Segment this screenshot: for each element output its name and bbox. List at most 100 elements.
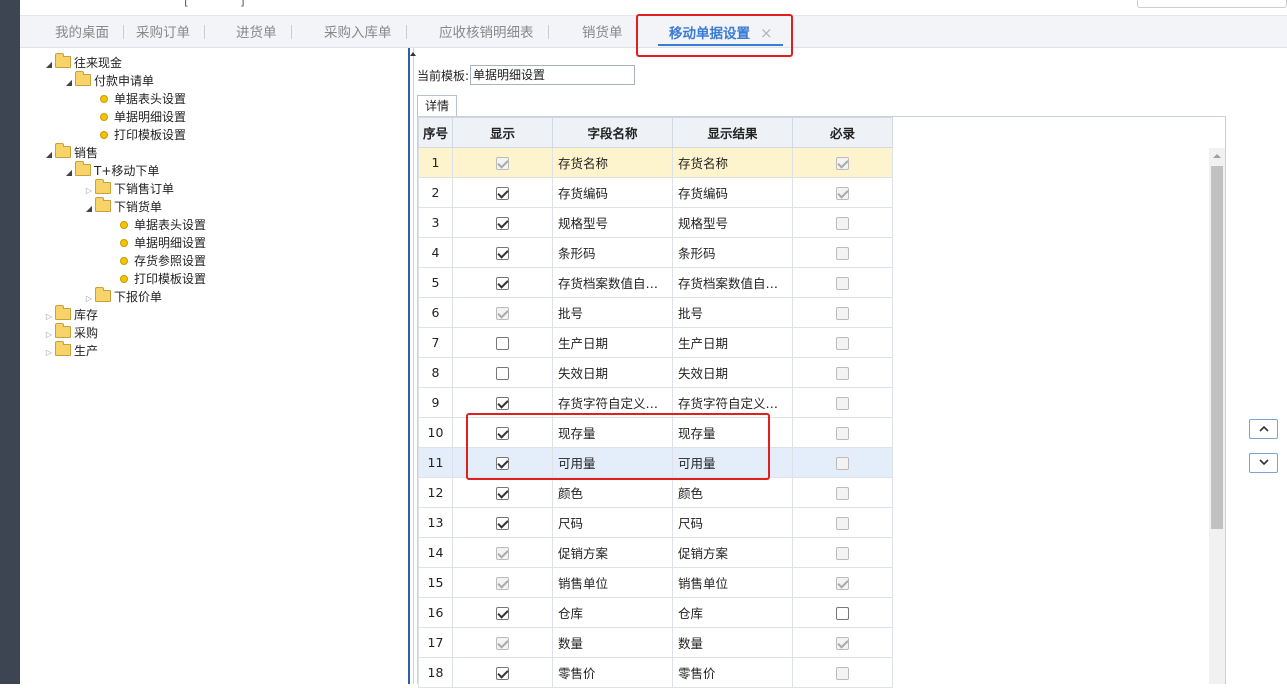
show-checkbox[interactable] [496, 187, 509, 200]
cell-show[interactable] [452, 477, 553, 508]
cell-show[interactable] [452, 177, 553, 208]
cell-required[interactable] [792, 387, 893, 418]
show-checkbox[interactable] [496, 517, 509, 530]
show-checkbox[interactable] [496, 607, 509, 620]
table-row[interactable]: 18 零售价 零售价 [418, 657, 893, 688]
tab-details[interactable]: 详情 [417, 95, 457, 117]
cell-required[interactable] [792, 597, 893, 628]
cell-required[interactable] [792, 237, 893, 268]
cell-required[interactable] [792, 207, 893, 238]
move-up-button[interactable] [1249, 419, 1278, 439]
tree-leaf-header-settings[interactable]: 单据表头设置 [120, 216, 206, 234]
cell-show[interactable] [452, 627, 553, 658]
global-search-input[interactable] [1137, 0, 1287, 8]
cell-required[interactable] [792, 297, 893, 328]
grid-vertical-scrollbar[interactable] [1209, 148, 1225, 684]
tab-goods-receipt[interactable]: 进货单 [236, 16, 291, 48]
expanded-arrow-icon[interactable]: ◢ [63, 164, 75, 182]
cell-required[interactable] [792, 657, 893, 688]
table-row[interactable]: 13 尺码 尺码 [418, 507, 893, 538]
table-row[interactable]: 4 条形码 条形码 [418, 237, 893, 268]
collapsed-arrow-icon[interactable]: ▷ [43, 344, 55, 362]
cell-required[interactable] [792, 267, 893, 298]
table-row[interactable]: 9 存货字符自定义… 存货字符自定义… [418, 387, 893, 418]
cell-show[interactable] [452, 327, 553, 358]
tree-leaf-detail-settings[interactable]: 单据明细设置 [120, 234, 206, 252]
cell-required[interactable] [792, 477, 893, 508]
cell-required[interactable] [792, 567, 893, 598]
cell-required[interactable] [792, 357, 893, 388]
cell-show[interactable] [452, 267, 553, 298]
cell-required[interactable] [792, 327, 893, 358]
cell-show[interactable] [452, 417, 553, 448]
tree-node-sales-delivery[interactable]: ◢ 下销货单 [83, 197, 162, 218]
tab-receivable-writeoff[interactable]: 应收核销明细表 [439, 16, 548, 48]
tree-node-sales[interactable]: ◢ 销售 [43, 143, 98, 164]
cell-show[interactable] [452, 147, 553, 178]
column-header-required[interactable]: 必录 [792, 117, 893, 148]
cell-required[interactable] [792, 627, 893, 658]
tree-node-quotation[interactable]: ▷ 下报价单 [83, 287, 162, 306]
scroll-up-arrow-icon[interactable] [1213, 154, 1221, 158]
tab-mobile-doc-settings[interactable]: 移动单据设置 × [658, 16, 783, 48]
cell-show[interactable] [452, 387, 553, 418]
show-checkbox[interactable] [496, 277, 509, 290]
cell-required[interactable] [792, 447, 893, 478]
show-checkbox[interactable] [496, 247, 509, 260]
cell-required[interactable] [792, 537, 893, 568]
cell-required[interactable] [792, 507, 893, 538]
show-checkbox[interactable] [496, 367, 509, 380]
current-template-field[interactable]: 单据明细设置 [470, 65, 635, 85]
column-header-seq[interactable]: 序号 [418, 117, 453, 148]
table-row[interactable]: 12 颜色 颜色 [418, 477, 893, 508]
tree-node-purchase[interactable]: ▷ 采购 [43, 323, 98, 342]
table-row[interactable]: 10 现存量 现存量 [418, 417, 893, 448]
cell-show[interactable] [452, 297, 553, 328]
expanded-arrow-icon[interactable]: ◢ [63, 74, 75, 92]
tree-leaf-detail-settings[interactable]: 单据明细设置 [100, 108, 186, 126]
close-icon[interactable]: × [760, 24, 773, 42]
show-checkbox[interactable] [496, 337, 509, 350]
cell-required[interactable] [792, 417, 893, 448]
tree-node-payment-request[interactable]: ◢ 付款申请单 [63, 71, 154, 92]
show-checkbox[interactable] [496, 457, 509, 470]
expanded-arrow-icon[interactable]: ◢ [83, 200, 95, 218]
expanded-arrow-icon[interactable]: ◢ [43, 56, 55, 74]
cell-show[interactable] [452, 447, 553, 478]
show-checkbox[interactable] [496, 217, 509, 230]
tab-purchase-order[interactable]: 采购订单 [136, 16, 205, 48]
scrollbar-thumb[interactable] [1211, 166, 1223, 529]
expanded-arrow-icon[interactable]: ◢ [43, 146, 55, 164]
cell-show[interactable] [452, 237, 553, 268]
table-row[interactable]: 16 仓库 仓库 [418, 597, 893, 628]
tree-leaf-header-settings[interactable]: 单据表头设置 [100, 90, 186, 108]
table-row[interactable]: 15 销售单位 销售单位 [418, 567, 893, 598]
cell-required[interactable] [792, 147, 893, 178]
tree-leaf-inventory-ref[interactable]: 存货参照设置 [120, 252, 206, 270]
show-checkbox[interactable] [496, 427, 509, 440]
cell-show[interactable] [452, 507, 553, 538]
tree-node-sales-order[interactable]: ▷ 下销售订单 [83, 179, 174, 198]
cell-show[interactable] [452, 207, 553, 238]
tab-my-desktop[interactable]: 我的桌面 [55, 16, 124, 48]
cell-show[interactable] [452, 597, 553, 628]
show-checkbox[interactable] [496, 487, 509, 500]
table-row[interactable]: 14 促销方案 促销方案 [418, 537, 893, 568]
tree-leaf-print-template[interactable]: 打印模板设置 [100, 126, 186, 144]
tab-purchase-inbound[interactable]: 采购入库单 [324, 16, 406, 48]
show-checkbox[interactable] [496, 667, 509, 680]
table-row[interactable]: 3 规格型号 规格型号 [418, 207, 893, 238]
tree-node-mobile-order[interactable]: ◢ T+移动下单 [63, 161, 159, 182]
table-row[interactable]: 11 可用量 可用量 [418, 447, 893, 478]
cell-show[interactable] [452, 567, 553, 598]
table-row[interactable]: 17 数量 数量 [418, 627, 893, 658]
table-row[interactable]: 8 失效日期 失效日期 [418, 357, 893, 388]
column-header-show[interactable]: 显示 [452, 117, 553, 148]
cell-show[interactable] [452, 657, 553, 688]
show-checkbox[interactable] [496, 397, 509, 410]
cell-show[interactable] [452, 357, 553, 388]
column-header-field-name[interactable]: 字段名称 [552, 117, 673, 148]
tree-node-inventory[interactable]: ▷ 库存 [43, 305, 98, 324]
table-row[interactable]: 7 生产日期 生产日期 [418, 327, 893, 358]
table-row[interactable]: 5 存货档案数值自… 存货档案数值自… [418, 267, 893, 298]
